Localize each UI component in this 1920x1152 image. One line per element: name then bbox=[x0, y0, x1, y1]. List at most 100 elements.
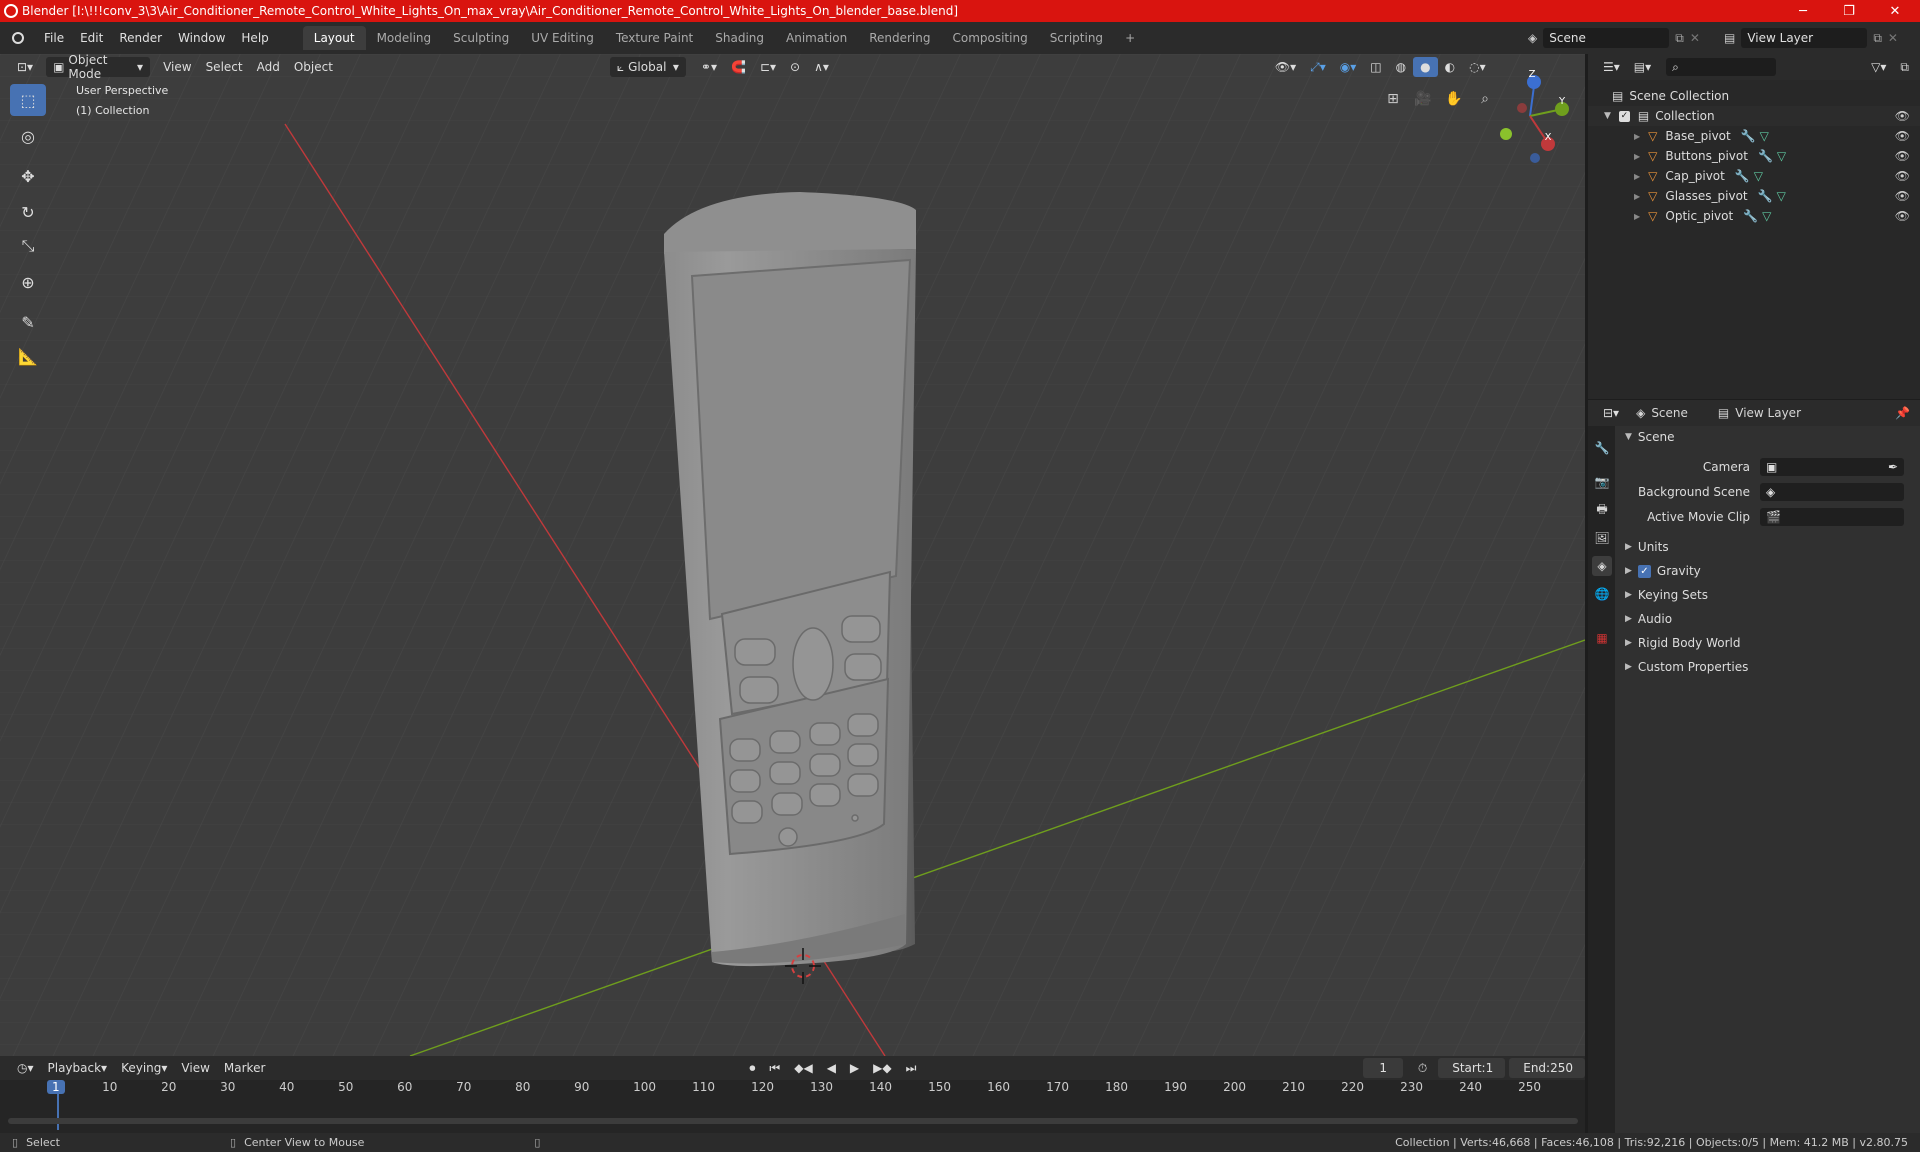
gravity-panel-header[interactable]: ▶ ✓ Gravity bbox=[1617, 559, 1920, 583]
menu-edit[interactable]: Edit bbox=[72, 31, 111, 45]
editor-type-icon[interactable]: ⊡▾ bbox=[10, 57, 40, 77]
camera-field[interactable]: ▣ ✒ bbox=[1760, 458, 1904, 476]
transform-tool[interactable]: ⊕ bbox=[10, 266, 46, 298]
pan-view-icon[interactable]: ✋ bbox=[1441, 86, 1467, 112]
texture-tab-icon[interactable]: ▦ bbox=[1592, 628, 1612, 648]
scale-tool[interactable]: ⤡ bbox=[10, 230, 46, 262]
close-button[interactable]: ✕ bbox=[1872, 0, 1918, 22]
minimize-button[interactable]: ─ bbox=[1780, 0, 1826, 22]
expand-arrow-icon[interactable]: ▶ bbox=[1634, 212, 1640, 221]
end-frame-field[interactable]: End: 250 bbox=[1509, 1058, 1585, 1078]
gravity-checkbox[interactable]: ✓ bbox=[1637, 564, 1651, 578]
rigid-body-world-panel-header[interactable]: ▶ Rigid Body World bbox=[1617, 631, 1920, 655]
scene-collection-row[interactable]: ▤ Scene Collection bbox=[1588, 86, 1920, 106]
zoom-view-icon[interactable]: ⌕ bbox=[1472, 86, 1498, 112]
audio-panel-header[interactable]: ▶ Audio bbox=[1617, 607, 1920, 631]
wireframe-shading-icon[interactable]: ◍ bbox=[1389, 57, 1413, 77]
view-layer-tab-icon[interactable]: 🖼 bbox=[1592, 528, 1612, 548]
add-workspace-button[interactable]: + bbox=[1114, 26, 1146, 50]
new-collection-icon[interactable]: ⧉ bbox=[1893, 57, 1916, 77]
outliner-object-row[interactable]: ▶ ▽ Glasses_pivot 🔧 ▽ 👁 bbox=[1588, 186, 1920, 206]
select-box-tool[interactable]: ⬚ bbox=[10, 84, 46, 116]
output-tab-icon[interactable]: 🖶 bbox=[1592, 500, 1612, 520]
properties-view-layer-label[interactable]: View Layer bbox=[1735, 406, 1801, 420]
blender-menu-icon[interactable] bbox=[12, 32, 24, 44]
stopwatch-icon[interactable]: ⏱ bbox=[1411, 1058, 1434, 1078]
menu-select[interactable]: Select bbox=[199, 57, 250, 77]
move-tool[interactable]: ✥ bbox=[10, 160, 46, 192]
menu-marker[interactable]: Marker bbox=[217, 1058, 272, 1078]
record-icon[interactable]: ⏺ bbox=[742, 1058, 762, 1078]
active-movie-clip-field[interactable]: 🎬 bbox=[1760, 508, 1904, 526]
tab-compositing[interactable]: Compositing bbox=[941, 26, 1038, 50]
tab-scripting[interactable]: Scripting bbox=[1039, 26, 1114, 50]
play-reverse-icon[interactable]: ◀ bbox=[820, 1058, 843, 1078]
visibility-eye-icon[interactable]: 👁 bbox=[1895, 169, 1910, 183]
menu-window[interactable]: Window bbox=[170, 31, 233, 45]
collection-checkbox[interactable]: ✓ bbox=[1618, 110, 1630, 122]
tab-animation[interactable]: Animation bbox=[775, 26, 858, 50]
gizmo-toggle-icon[interactable]: ⤢▾ bbox=[1303, 57, 1333, 77]
jump-end-icon[interactable]: ⏭ bbox=[899, 1058, 924, 1078]
snap-target-icon[interactable]: ⊏▾ bbox=[753, 57, 783, 77]
menu-keying[interactable]: Keying ▾ bbox=[114, 1058, 174, 1078]
pivot-icon[interactable]: ⚭▾ bbox=[694, 57, 724, 77]
next-keyframe-icon[interactable]: ▶◆ bbox=[866, 1058, 898, 1078]
jump-start-icon[interactable]: ⏮ bbox=[762, 1058, 787, 1078]
view-layer-selector[interactable]: View Layer bbox=[1741, 28, 1868, 48]
background-scene-field[interactable]: ◈ bbox=[1760, 483, 1904, 501]
tab-modeling[interactable]: Modeling bbox=[366, 26, 443, 50]
object-mode-dropdown[interactable]: ▣ Object Mode ▾ bbox=[46, 53, 151, 81]
display-mode-icon[interactable]: ▤▾ bbox=[1627, 57, 1658, 77]
expand-arrow-icon[interactable]: ▶ bbox=[1634, 152, 1640, 161]
expand-arrow-icon[interactable]: ▶ bbox=[1634, 172, 1640, 181]
menu-view[interactable]: View bbox=[156, 57, 198, 77]
play-icon[interactable]: ▶ bbox=[843, 1058, 866, 1078]
menu-timeline-view[interactable]: View bbox=[174, 1058, 216, 1078]
menu-add[interactable]: Add bbox=[250, 57, 287, 77]
filter-icon[interactable]: ▽▾ bbox=[1864, 57, 1893, 77]
material-shading-icon[interactable]: ◐ bbox=[1438, 57, 1462, 77]
delete-view-layer-icon[interactable]: ✕ bbox=[1888, 31, 1898, 45]
visibility-eye-icon[interactable]: 👁 bbox=[1895, 149, 1910, 163]
collection-row[interactable]: ▼ ✓ ▤ Collection 👁 bbox=[1588, 106, 1920, 126]
keying-sets-panel-header[interactable]: ▶ Keying Sets bbox=[1617, 583, 1920, 607]
units-panel-header[interactable]: ▶ Units bbox=[1617, 535, 1920, 559]
tab-layout[interactable]: Layout bbox=[302, 26, 366, 50]
menu-object[interactable]: Object bbox=[287, 57, 340, 77]
outliner-search-input[interactable]: ⌕ bbox=[1666, 58, 1777, 76]
visibility-eye-icon[interactable]: 👁 bbox=[1895, 209, 1910, 223]
menu-help[interactable]: Help bbox=[233, 31, 276, 45]
outliner-editor-type-icon[interactable]: ☰▾ bbox=[1596, 57, 1627, 77]
proportional-edit-icon[interactable]: ⊙ bbox=[783, 57, 807, 77]
scene-selector[interactable]: Scene bbox=[1543, 28, 1670, 48]
expand-arrow-icon[interactable]: ▶ bbox=[1634, 192, 1640, 201]
menu-playback[interactable]: Playback ▾ bbox=[41, 1058, 115, 1078]
annotate-tool[interactable]: ✎ bbox=[10, 306, 46, 338]
prev-keyframe-icon[interactable]: ◆◀ bbox=[787, 1058, 819, 1078]
start-frame-field[interactable]: Start: 1 bbox=[1438, 1058, 1506, 1078]
world-tab-icon[interactable]: 🌐 bbox=[1592, 584, 1612, 604]
scene-section-header[interactable]: ▼ Scene bbox=[1617, 425, 1920, 449]
solid-shading-icon[interactable]: ● bbox=[1413, 57, 1438, 77]
menu-file[interactable]: File bbox=[36, 31, 72, 45]
orientation-dropdown[interactable]: ⟀ Global ▾ bbox=[609, 57, 686, 77]
new-view-layer-icon[interactable]: ⧉ bbox=[1873, 31, 1882, 46]
tab-uv-editing[interactable]: UV Editing bbox=[520, 26, 605, 50]
outliner-object-row[interactable]: ▶ ▽ Optic_pivot 🔧 ▽ 👁 bbox=[1588, 206, 1920, 226]
tool-tab-icon[interactable]: 🔧 bbox=[1592, 438, 1612, 458]
expand-arrow-icon[interactable]: ▼ bbox=[1604, 111, 1611, 121]
properties-scene-label[interactable]: Scene bbox=[1651, 406, 1688, 420]
xray-icon[interactable]: ◫ bbox=[1363, 57, 1388, 77]
rendered-shading-icon[interactable]: ◌▾ bbox=[1462, 57, 1493, 77]
tab-rendering[interactable]: Rendering bbox=[858, 26, 941, 50]
tab-sculpting[interactable]: Sculpting bbox=[442, 26, 520, 50]
properties-editor-type-icon[interactable]: ⊟▾ bbox=[1596, 403, 1626, 423]
toggle-grid-icon[interactable]: ⊞ bbox=[1380, 86, 1406, 112]
cursor-tool[interactable]: ◎ bbox=[10, 120, 46, 152]
expand-arrow-icon[interactable]: ▶ bbox=[1634, 132, 1640, 141]
falloff-icon[interactable]: ∧▾ bbox=[807, 57, 836, 77]
new-scene-icon[interactable]: ⧉ bbox=[1675, 31, 1684, 46]
overlays-icon[interactable]: ◉▾ bbox=[1333, 57, 1364, 77]
tab-texture-paint[interactable]: Texture Paint bbox=[605, 26, 704, 50]
